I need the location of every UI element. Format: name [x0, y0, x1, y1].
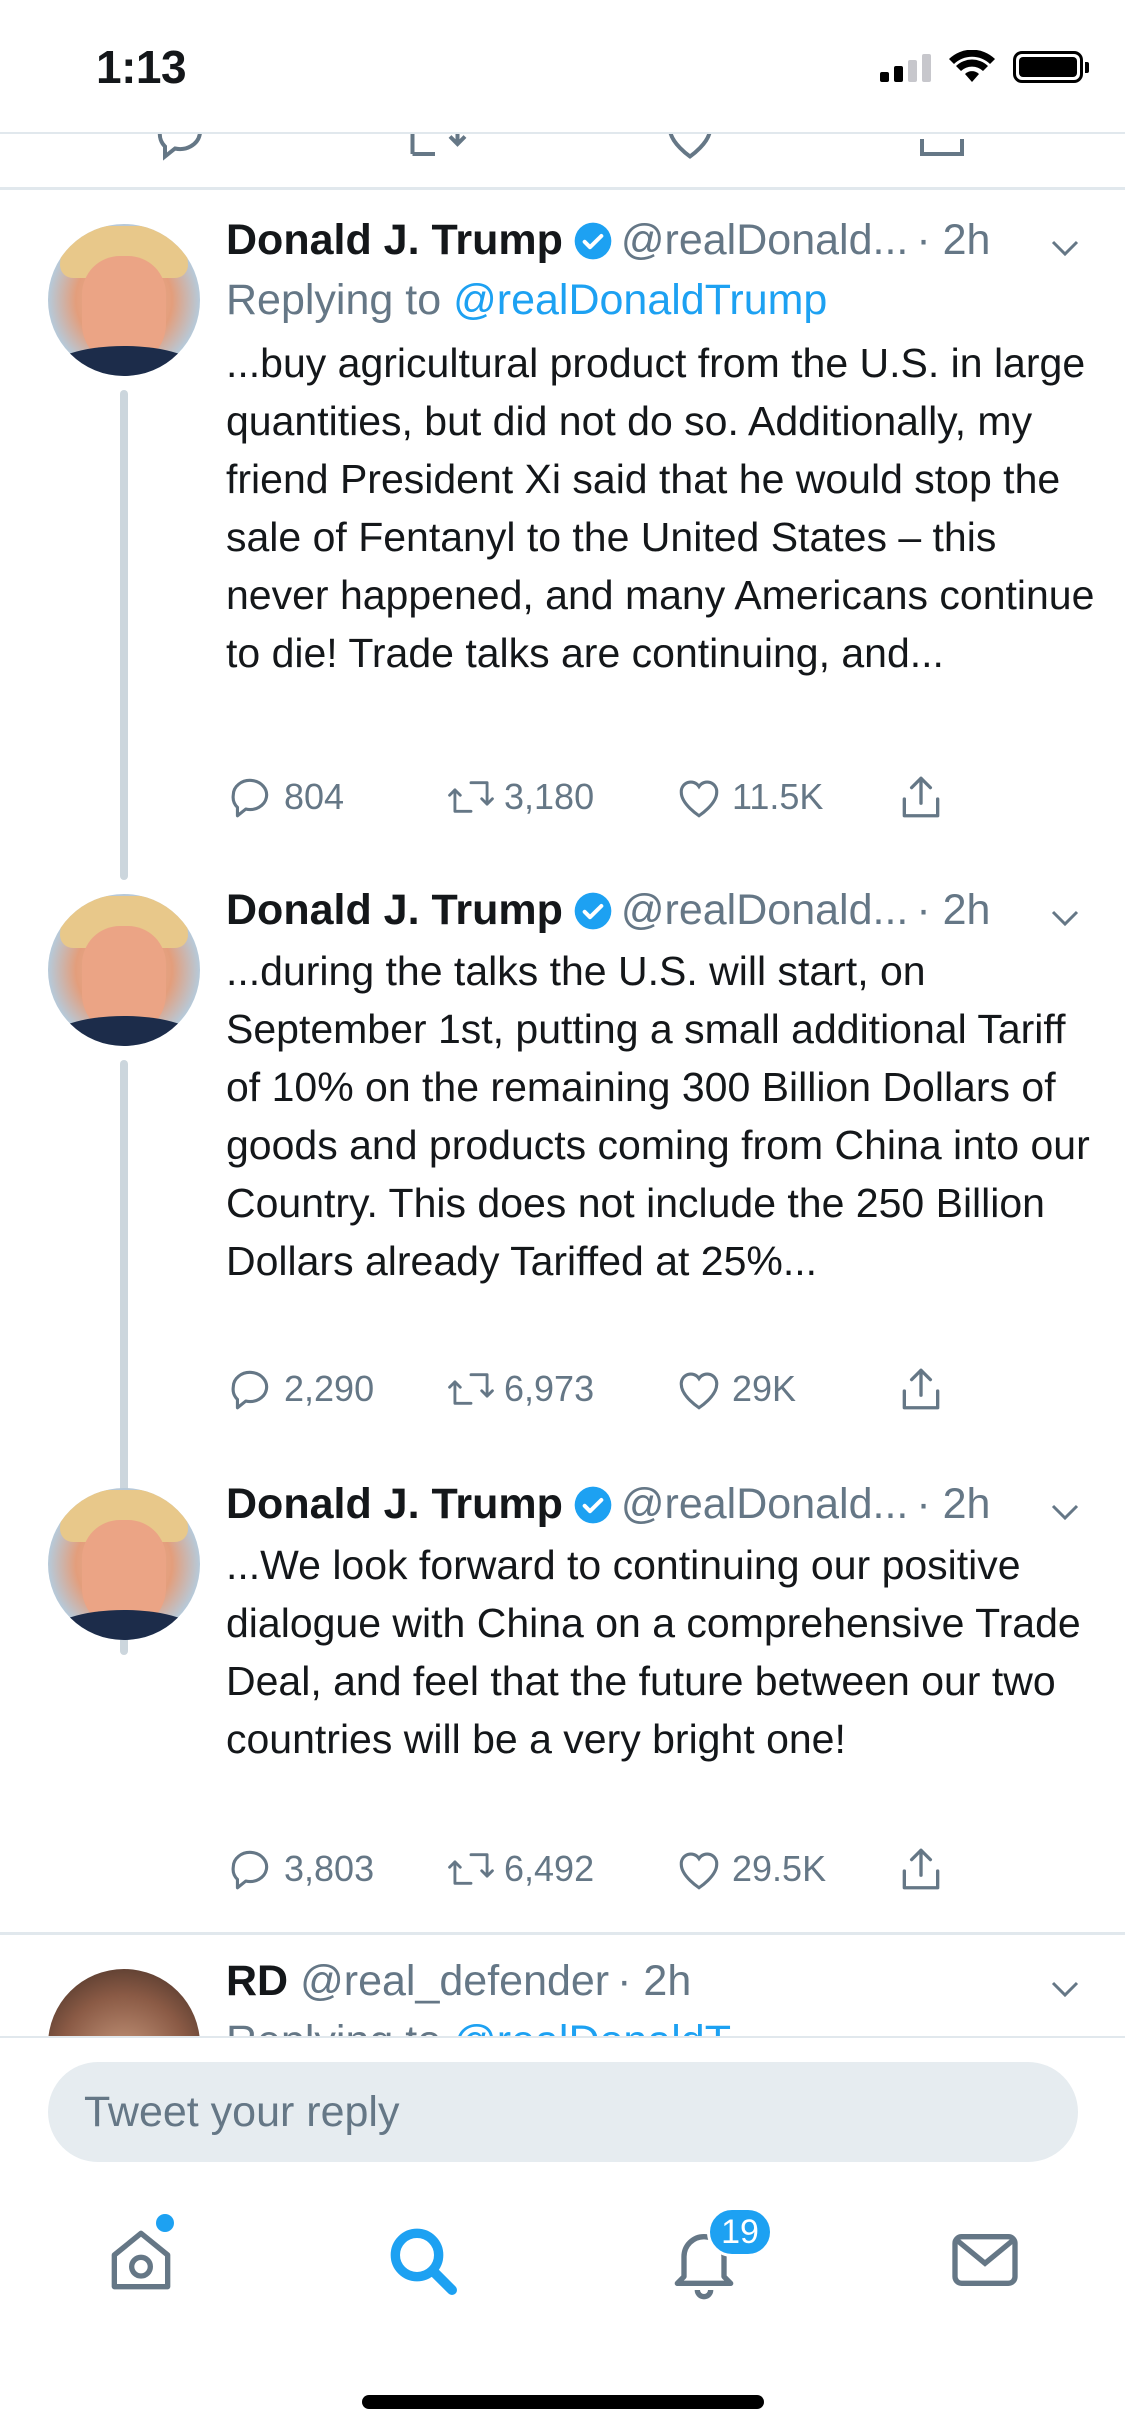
replying-to-link[interactable]: @realDonaldT...: [453, 2017, 762, 2036]
home-indicator[interactable]: [362, 2395, 764, 2409]
reply-icon: [231, 1850, 269, 1890]
like-count: 29K: [732, 1368, 797, 1409]
reply-button[interactable]: 804: [226, 772, 344, 822]
tweet-time: · 2h: [916, 216, 991, 264]
tweet-text: ...during the talks the U.S. will start,…: [226, 948, 1090, 1284]
reply-count: 2,290: [284, 1368, 375, 1409]
author-name[interactable]: RD: [226, 1957, 288, 2006]
tweet-time: · 2h: [617, 1957, 692, 2005]
tweet-header: Donald J. Trump @realDonald... · 2h: [226, 886, 990, 935]
reply-placeholder: Tweet your reply: [84, 2088, 400, 2136]
tweet-header: Donald J. Trump @realDonald... · 2h: [226, 1480, 990, 1529]
replying-to: Replying to @realDonaldTrump: [226, 276, 827, 325]
author-handle[interactable]: @real_defender: [300, 1957, 609, 2006]
tweet-header: Donald J. Trump @realDonald... · 2h: [226, 216, 990, 265]
share-icon[interactable]: [912, 134, 972, 164]
like-button[interactable]: 11.5K: [674, 772, 823, 822]
search-icon[interactable]: [382, 2220, 462, 2300]
replying-to: Replying to @realDonaldT...: [226, 2017, 762, 2036]
avatar[interactable]: [48, 224, 200, 376]
avatar[interactable]: [48, 1969, 200, 2036]
like-count: 11.5K: [732, 776, 824, 817]
chevron-down-icon[interactable]: [1047, 1971, 1083, 2007]
like-count: 29.5K: [732, 1848, 827, 1889]
avatar[interactable]: [48, 894, 200, 1046]
retweet-button[interactable]: 3,180: [446, 772, 594, 822]
battery-icon: [1013, 51, 1089, 83]
retweet-icon: [448, 1373, 494, 1405]
retweet-icon: [448, 1853, 494, 1885]
reply-count: 804: [284, 776, 345, 817]
chevron-down-icon[interactable]: [1047, 1494, 1083, 1530]
home-unread-dot: [156, 2214, 174, 2232]
reply-button[interactable]: 2,290: [226, 1364, 374, 1414]
messages-icon[interactable]: [945, 2220, 1025, 2300]
tweet-actions: 3,803 6,492 29.5K: [226, 1844, 1056, 1904]
chevron-down-icon[interactable]: [1047, 900, 1083, 936]
replying-prefix: Replying to: [226, 2017, 441, 2036]
retweet-button[interactable]: 6,973: [446, 1364, 594, 1414]
like-icon: [679, 1852, 719, 1890]
cellular-signal-icon: [880, 52, 931, 82]
reply-button[interactable]: 3,803: [226, 1844, 374, 1894]
retweet-count: 6,973: [504, 1368, 595, 1409]
wifi-icon: [949, 50, 995, 82]
share-button[interactable]: [896, 1364, 946, 1414]
tweet-actions: 804 3,180 11.5K: [226, 772, 1056, 832]
author-handle[interactable]: @realDonald...: [621, 1480, 908, 1529]
author-handle[interactable]: @realDonald...: [621, 886, 908, 935]
status-time: 1:13: [96, 41, 187, 93]
share-icon: [902, 776, 940, 818]
like-icon: [679, 780, 719, 818]
reply-input[interactable]: Tweet your reply: [48, 2062, 1078, 2162]
retweet-count: 6,492: [504, 1848, 595, 1889]
verified-badge-icon: [573, 221, 613, 261]
reply-icon[interactable]: [150, 134, 210, 164]
share-icon: [902, 1368, 940, 1410]
previous-tweet-actions: [0, 134, 1125, 190]
retweet-count: 3,180: [504, 776, 595, 817]
tweet-time: · 2h: [916, 886, 991, 934]
tweet-time: · 2h: [916, 1480, 991, 1528]
like-button[interactable]: 29.5K: [674, 1844, 826, 1894]
replying-prefix: Replying to: [226, 276, 442, 324]
status-bar: 1:13: [0, 0, 1125, 132]
reply-icon: [231, 1370, 269, 1410]
chevron-down-icon[interactable]: [1047, 230, 1083, 266]
retweet-icon[interactable]: [400, 134, 470, 164]
avatar[interactable]: [48, 1488, 200, 1640]
author-name[interactable]: Donald J. Trump: [226, 216, 563, 265]
verified-badge-icon: [573, 1485, 613, 1525]
retweet-button[interactable]: 6,492: [446, 1844, 594, 1894]
author-handle[interactable]: @realDonald...: [621, 216, 908, 265]
author-name[interactable]: Donald J. Trump: [226, 1480, 563, 1529]
tweet[interactable]: RD @real_defender · 2h Replying to @real…: [0, 1935, 1125, 2036]
like-icon: [679, 1372, 719, 1410]
tweet-actions: 2,290 6,973 29K: [226, 1364, 1056, 1424]
thread-line: [120, 390, 128, 880]
tweet-text: ...We look forward to continuing our pos…: [226, 1542, 1081, 1762]
reply-count: 3,803: [284, 1848, 375, 1889]
share-button[interactable]: [896, 1844, 946, 1894]
like-button[interactable]: 29K: [674, 1364, 796, 1414]
section-divider: [0, 187, 1125, 190]
verified-badge-icon: [573, 891, 613, 931]
reply-icon: [231, 778, 269, 818]
share-button[interactable]: [896, 772, 946, 822]
tweet-text: ...buy agricultural product from the U.S…: [226, 340, 1095, 676]
home-icon[interactable]: [101, 2220, 181, 2300]
author-name[interactable]: Donald J. Trump: [226, 886, 563, 935]
status-icons: [880, 50, 1089, 84]
retweet-icon: [448, 781, 494, 813]
notifications-badge: 19: [707, 2207, 773, 2257]
like-icon[interactable]: [660, 134, 720, 164]
replying-to-link[interactable]: @realDonaldTrump: [453, 276, 827, 324]
tweet-header: RD @real_defender · 2h: [226, 1957, 691, 2006]
share-icon: [902, 1848, 940, 1890]
